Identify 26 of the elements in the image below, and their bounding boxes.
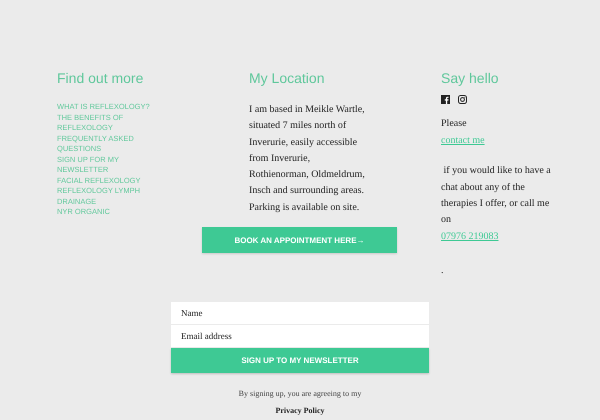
location-text: situated 7 miles north of — [249, 119, 346, 134]
consent-text: By signing up, you are agreeing to my — [238, 388, 362, 400]
email-field[interactable]: Email address — [171, 325, 429, 348]
contact-text: Please — [441, 117, 467, 131]
book-appointment-button[interactable]: BOOK AN APPOINTMENT HERE→ — [202, 227, 397, 254]
location-text: Insch and surrounding areas. — [249, 184, 364, 198]
instagram-icon[interactable] — [458, 95, 467, 104]
column-heading: Find out more — [57, 69, 144, 88]
contact-text: on — [441, 213, 451, 228]
contact-text: chat about any of the — [441, 180, 525, 195]
phone-link[interactable]: 07976 219083 — [441, 228, 498, 246]
contact-link[interactable]: contact me — [441, 132, 485, 150]
name-field[interactable]: Name — [171, 302, 429, 324]
location-text: from Inverurie, — [249, 152, 310, 166]
facebook-icon[interactable] — [441, 95, 450, 104]
contact-text: therapies I offer, or call me — [441, 196, 550, 211]
location-text: Parking is available on site. — [249, 200, 360, 215]
dot-text: . — [441, 265, 444, 276]
location-text: Rothienorman, Oldmeldrum, — [249, 168, 365, 182]
location-text: I am based in Meikle Wartle, — [249, 103, 365, 117]
newsletter-signup-button[interactable]: SIGN UP TO MY NEWSLETTER — [171, 348, 429, 374]
column-heading: Say hello — [441, 69, 499, 88]
location-text: Inverurie, easily accessible — [249, 136, 358, 150]
privacy-policy-link[interactable]: Privacy Policy — [275, 402, 325, 420]
contact-text: if you would like to have a — [442, 164, 551, 178]
column-heading: My Location — [249, 69, 324, 88]
